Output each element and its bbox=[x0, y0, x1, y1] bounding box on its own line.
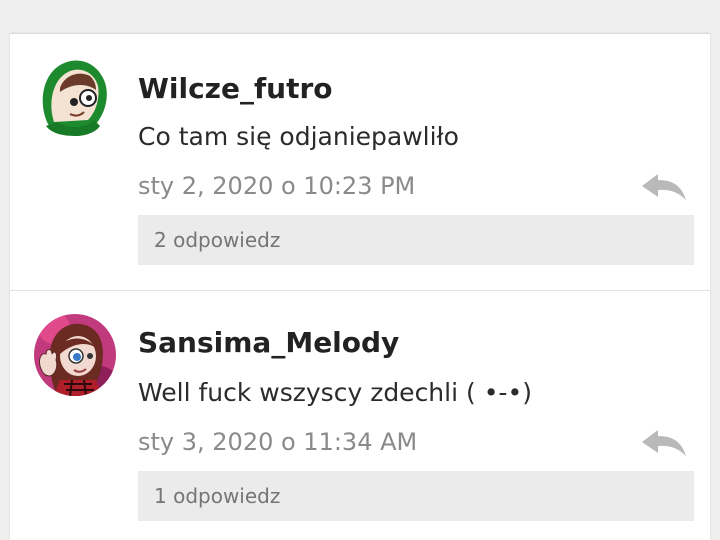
replies-count-label: 2 odpowiedz bbox=[154, 228, 281, 252]
avatar[interactable] bbox=[34, 314, 116, 396]
reply-button[interactable] bbox=[640, 426, 688, 458]
reply-arrow-icon bbox=[642, 174, 686, 200]
view-replies-button[interactable]: 1 odpowiedz bbox=[138, 471, 694, 521]
comment-text: Well fuck wszyscy zdechli ( •-•) bbox=[138, 378, 532, 407]
comment-timestamp: sty 2, 2020 o 10:23 PM bbox=[138, 172, 416, 200]
top-bar bbox=[0, 0, 720, 34]
reply-button[interactable] bbox=[640, 170, 688, 202]
comment-item: Wilcze_futro Co tam się odjaniepawliło s… bbox=[0, 34, 720, 290]
green-hood-avatar-icon bbox=[42, 60, 107, 136]
avatar[interactable] bbox=[34, 54, 116, 136]
username[interactable]: Wilcze_futro bbox=[138, 72, 333, 105]
waving-girl-avatar-icon bbox=[34, 314, 116, 396]
comment-timestamp: sty 3, 2020 o 11:34 AM bbox=[138, 428, 418, 456]
username[interactable]: Sansima_Melody bbox=[138, 326, 399, 359]
comment-text: Co tam się odjaniepawliło bbox=[138, 122, 459, 151]
comment-item: Sansima_Melody Well fuck wszyscy zdechli… bbox=[0, 290, 720, 540]
replies-count-label: 1 odpowiedz bbox=[154, 484, 281, 508]
reply-arrow-icon bbox=[642, 430, 686, 456]
view-replies-button[interactable]: 2 odpowiedz bbox=[138, 215, 694, 265]
